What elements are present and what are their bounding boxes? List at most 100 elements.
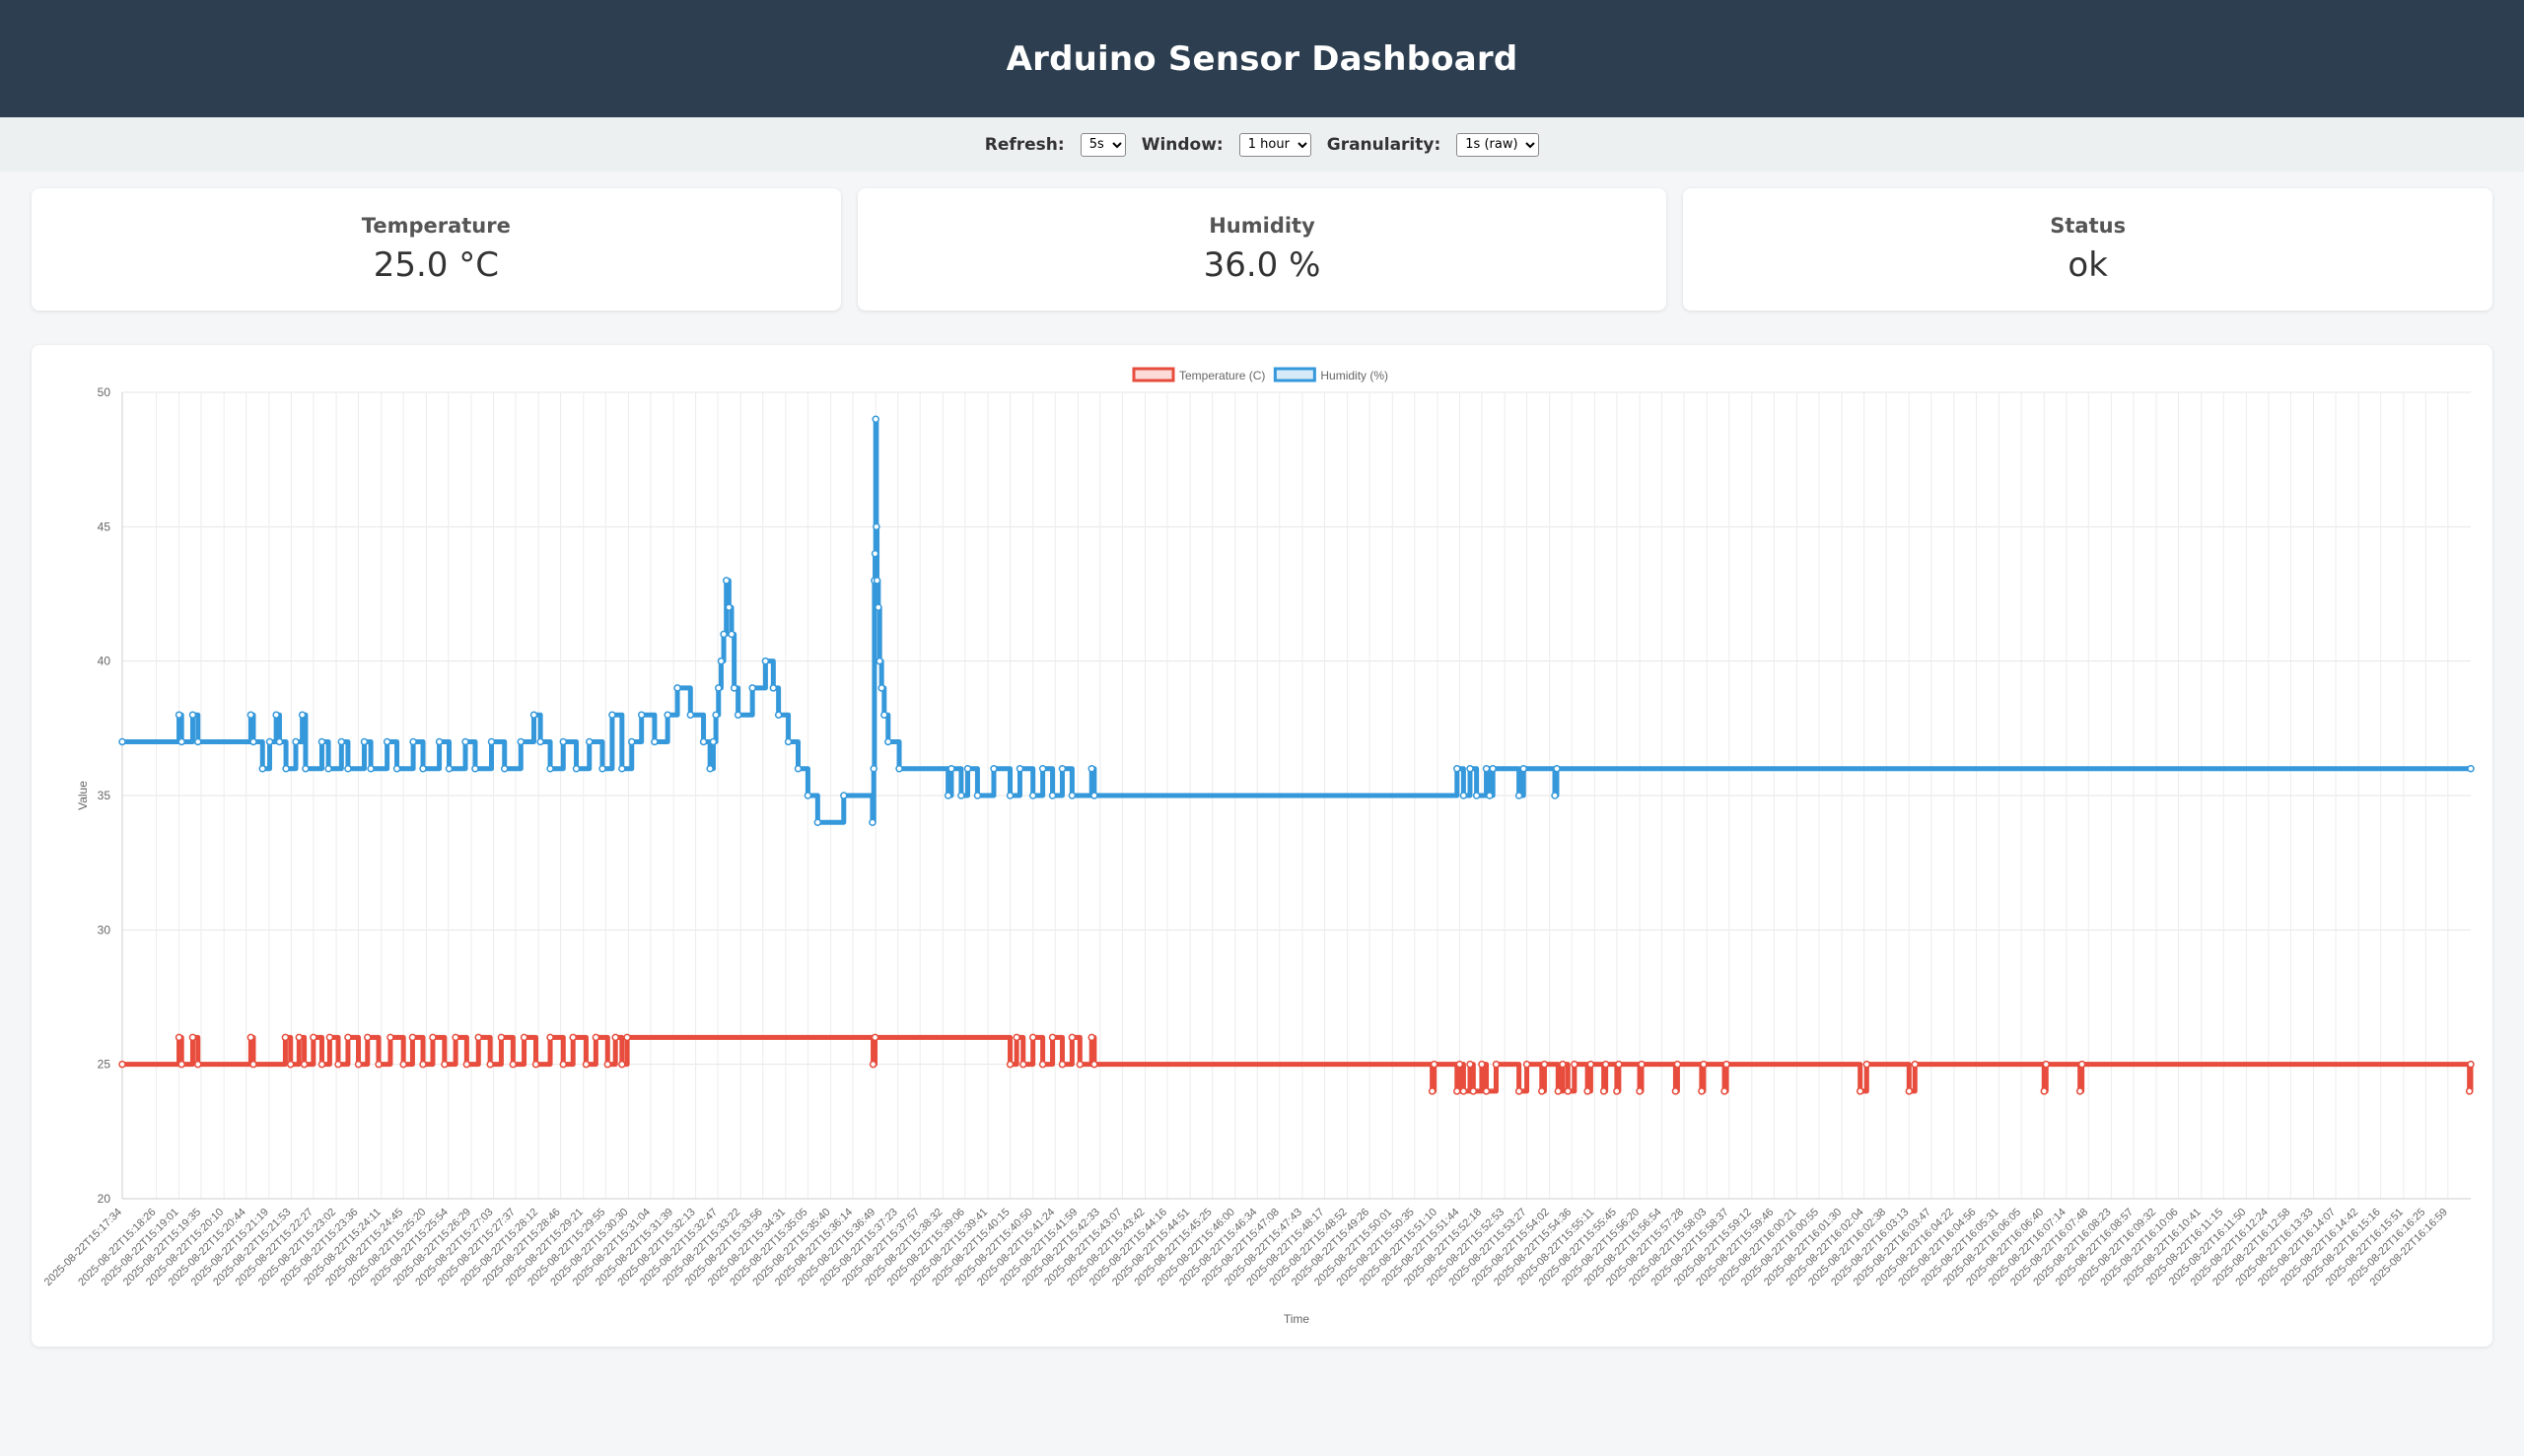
- data-point-temperature: [2075, 1087, 2084, 1095]
- data-point-humidity: [572, 764, 581, 773]
- data-point-temperature: [1571, 1060, 1578, 1069]
- data-point-temperature: [300, 1060, 309, 1069]
- data-point-humidity: [728, 630, 736, 639]
- data-point-temperature: [429, 1033, 437, 1042]
- data-point-temperature: [2040, 1087, 2049, 1095]
- data-point-humidity: [275, 737, 284, 746]
- temperature-card-label: Temperature: [361, 214, 511, 238]
- data-point-temperature: [520, 1033, 528, 1042]
- data-point-humidity: [360, 737, 369, 746]
- data-point-temperature: [546, 1033, 554, 1042]
- data-point-humidity: [651, 737, 659, 746]
- data-point-temperature: [1538, 1087, 1546, 1095]
- data-point-humidity: [840, 792, 848, 799]
- data-point-humidity: [1058, 764, 1067, 773]
- data-point-humidity: [1006, 792, 1015, 799]
- refresh-select[interactable]: 5s: [1080, 132, 1126, 157]
- data-point-humidity: [175, 711, 183, 719]
- data-point-humidity: [302, 764, 310, 773]
- data-point-temperature: [1700, 1060, 1708, 1069]
- data-point-humidity: [725, 603, 734, 611]
- data-point-humidity: [1090, 792, 1098, 799]
- data-point-temperature: [1698, 1087, 1706, 1095]
- sensor-line-chart[interactable]: 202530354045502025-08-22T15:17:342025-08…: [32, 345, 2492, 1347]
- data-point-humidity: [875, 603, 882, 611]
- status-card: Status ok: [1683, 188, 2493, 311]
- y-tick-label: 25: [98, 1058, 111, 1072]
- data-point-temperature: [452, 1033, 459, 1042]
- data-point-temperature: [1469, 1087, 1478, 1095]
- data-point-humidity: [317, 737, 326, 746]
- controls-bar: Refresh: 5s Window: 1 hour Granularity: …: [0, 117, 2524, 172]
- data-point-temperature: [2042, 1060, 2051, 1069]
- data-point-temperature: [497, 1033, 506, 1042]
- data-point-humidity: [194, 737, 202, 746]
- data-point-humidity: [884, 737, 892, 746]
- data-point-temperature: [1466, 1060, 1474, 1069]
- data-point-humidity: [324, 764, 332, 773]
- data-point-temperature: [1673, 1060, 1682, 1069]
- data-point-temperature: [1492, 1060, 1501, 1069]
- data-point-temperature: [611, 1033, 619, 1042]
- data-point-humidity: [869, 818, 876, 827]
- data-point-humidity: [722, 577, 731, 585]
- data-point-temperature: [1615, 1060, 1623, 1069]
- data-point-humidity: [734, 711, 742, 719]
- data-point-humidity: [298, 711, 307, 719]
- data-point-humidity: [1016, 764, 1024, 773]
- data-point-temperature: [1601, 1060, 1610, 1069]
- data-point-temperature: [1038, 1060, 1047, 1069]
- data-point-humidity: [664, 711, 671, 719]
- data-point-humidity: [586, 737, 594, 746]
- data-point-humidity: [990, 764, 998, 773]
- data-point-temperature: [2467, 1060, 2475, 1069]
- data-point-humidity: [706, 764, 714, 773]
- data-point-temperature: [286, 1060, 295, 1069]
- data-point-temperature: [1428, 1087, 1437, 1095]
- data-point-humidity: [872, 415, 879, 424]
- data-point-temperature: [1006, 1060, 1015, 1069]
- data-point-humidity: [445, 764, 454, 773]
- data-point-humidity: [1048, 792, 1057, 799]
- data-point-temperature: [1430, 1060, 1438, 1069]
- data-point-temperature: [1087, 1033, 1095, 1042]
- legend-swatch-temperature: [1132, 367, 1175, 382]
- data-point-humidity: [536, 737, 544, 746]
- data-point-temperature: [118, 1060, 126, 1069]
- data-point-humidity: [517, 737, 526, 746]
- data-point-temperature: [462, 1060, 471, 1069]
- data-point-humidity: [367, 764, 375, 773]
- data-point-humidity: [873, 522, 880, 531]
- y-tick-label: 45: [98, 520, 111, 533]
- data-point-temperature: [1671, 1087, 1680, 1095]
- granularity-select[interactable]: 1s (raw): [1456, 132, 1540, 157]
- data-point-humidity: [957, 792, 965, 799]
- data-point-humidity: [272, 711, 280, 719]
- data-point-humidity: [246, 711, 255, 719]
- data-point-humidity: [1068, 792, 1077, 799]
- data-point-temperature: [1862, 1060, 1871, 1069]
- data-point-humidity: [1486, 792, 1494, 799]
- status-card-value: ok: [2068, 245, 2108, 285]
- y-tick-label: 35: [98, 789, 111, 802]
- data-point-temperature: [531, 1060, 540, 1069]
- data-point-temperature: [1048, 1033, 1057, 1042]
- data-point-temperature: [334, 1060, 342, 1069]
- y-tick-label: 40: [98, 655, 111, 668]
- data-point-humidity: [748, 684, 756, 692]
- data-point-temperature: [386, 1033, 394, 1042]
- summary-cards: Temperature 25.0 °C Humidity 36.0 % Stat…: [32, 188, 2493, 311]
- data-point-temperature: [1586, 1060, 1595, 1069]
- window-select[interactable]: 1 hour: [1238, 132, 1311, 157]
- data-point-temperature: [2077, 1060, 2086, 1069]
- y-tick-label: 20: [98, 1192, 111, 1206]
- data-point-humidity: [794, 764, 803, 773]
- data-point-temperature: [1076, 1060, 1085, 1069]
- data-point-temperature: [325, 1033, 334, 1042]
- data-point-temperature: [1459, 1087, 1468, 1095]
- data-point-temperature: [1068, 1033, 1077, 1042]
- data-point-temperature: [486, 1060, 494, 1069]
- app-header: Arduino Sensor Dashboard: [0, 0, 2524, 117]
- data-point-humidity: [963, 764, 972, 773]
- data-point-temperature: [1564, 1087, 1573, 1095]
